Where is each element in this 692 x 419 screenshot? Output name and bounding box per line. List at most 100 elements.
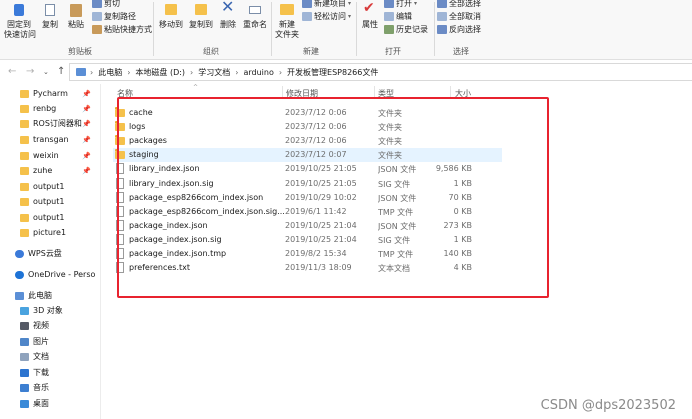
folder-icon: [20, 151, 29, 160]
paste-shortcut-button[interactable]: 粘贴快捷方式: [92, 24, 152, 35]
delete-button[interactable]: ✕ 删除: [217, 0, 239, 42]
invert-selection-button[interactable]: 反向选择: [437, 24, 481, 35]
folder-icon: [20, 119, 29, 128]
folder-row[interactable]: cache 2023/7/12 0:06 文件夹: [113, 106, 502, 120]
breadcrumb-current-folder[interactable]: 开发板管理ESP8266文件: [287, 67, 378, 78]
easy-access-button[interactable]: 轻松访问 ▾: [302, 11, 351, 22]
nav-pc-item[interactable]: 文档: [0, 349, 100, 364]
copy-path-button[interactable]: 复制路径: [92, 11, 136, 22]
file-row[interactable]: package_index.json.sig 2019/10/25 21:04 SI…: [113, 233, 502, 247]
up-arrow-icon[interactable]: ↑: [57, 66, 65, 77]
group-label-open: 打开: [385, 47, 401, 56]
history-icon: [384, 25, 394, 34]
copy-path-icon: [92, 12, 102, 21]
history-button[interactable]: 历史记录: [384, 24, 428, 35]
navigation-pane: Pycharm 📌 renbg 📌 ROS订阅器和 📌 transgan 📌 weixi…: [0, 84, 100, 419]
nav-quick-item[interactable]: output1: [0, 210, 100, 225]
file-name: library_index.json.sig: [129, 178, 214, 188]
breadcrumb-study-docs[interactable]: 学习文档: [198, 67, 230, 78]
nav-pc-item[interactable]: 下载: [0, 365, 100, 380]
nav-this-pc[interactable]: 此电脑: [0, 288, 100, 303]
nav-quick-item[interactable]: renbg 📌: [0, 101, 100, 116]
breadcrumb-drive-d[interactable]: 本地磁盘 (D:): [135, 67, 185, 78]
nav-wps-cloud[interactable]: WPS云盘: [0, 246, 100, 261]
file-date: 2023/7/12 0:07: [285, 150, 347, 160]
column-header-size[interactable]: 大小: [455, 88, 471, 99]
nav-pc-item[interactable]: 视频: [0, 318, 100, 333]
nav-onedrive[interactable]: OneDrive - Perso: [0, 267, 100, 282]
folder-icon: [115, 135, 125, 146]
rename-button[interactable]: 重命名: [241, 2, 269, 42]
chevron-down-icon: ▾: [414, 0, 418, 7]
copy-icon: [45, 4, 55, 16]
pin-icon: 📌: [82, 151, 91, 160]
file-row[interactable]: package_esp8266com_index.json.sig... 2019…: [113, 205, 502, 219]
nav-quick-item[interactable]: weixin 📌: [0, 148, 100, 163]
file-type: 文件夹: [378, 123, 402, 133]
address-bar[interactable]: › 此电脑 › 本地磁盘 (D:) › 学习文档 › arduino › 开发板…: [69, 63, 692, 81]
column-separator[interactable]: [282, 86, 283, 98]
copy-button[interactable]: 复制: [38, 2, 62, 42]
ribbon-separator: [271, 2, 272, 56]
file-name: package_index.json.tmp: [129, 249, 227, 258]
nav-quick-item[interactable]: transgan 📌: [0, 132, 100, 147]
ribbon-separator: [356, 2, 357, 56]
file-name: package_index.json.sig: [129, 234, 222, 244]
file-row[interactable]: package_esp8266com_index.json 2019/10/29 …: [113, 191, 502, 205]
file-row[interactable]: library_index.json.sig 2019/10/25 21:05 SI…: [113, 177, 502, 191]
move-to-button[interactable]: 移动到: [157, 2, 185, 42]
new-folder-button[interactable]: 新建 文件夹: [274, 2, 300, 42]
open-button[interactable]: 打开 ▾: [384, 0, 417, 9]
scissors-icon: [92, 0, 102, 8]
nav-quick-item[interactable]: Pycharm 📌: [0, 86, 100, 101]
cut-button[interactable]: 剪切: [92, 0, 120, 9]
back-arrow-icon[interactable]: ←: [8, 66, 16, 77]
nav-pc-item[interactable]: 桌面: [0, 396, 100, 411]
column-header-type[interactable]: 类型: [378, 88, 394, 99]
nav-quick-item[interactable]: picture1: [0, 225, 100, 240]
nav-quick-item[interactable]: zuhe 📌: [0, 163, 100, 178]
recent-locations-chevron-icon[interactable]: ⌄: [43, 68, 49, 76]
nav-quick-item[interactable]: ROS订阅器和 📌: [0, 116, 100, 131]
file-name: package_index.json: [129, 220, 208, 230]
folder-icon: [20, 89, 29, 98]
breadcrumb-arduino[interactable]: arduino: [243, 68, 273, 77]
file-size: 0 KB: [453, 206, 472, 216]
new-item-button[interactable]: 新建项目 ▾: [302, 0, 351, 9]
paste-button[interactable]: 粘贴: [64, 2, 88, 42]
copy-to-button[interactable]: 复制到: [187, 2, 215, 42]
folder-row[interactable]: packages 2023/7/12 0:06 文件夹: [113, 134, 502, 148]
file-date: 2019/10/25 21:05: [285, 164, 357, 174]
file-name: preferences.txt: [129, 263, 190, 273]
nav-pc-item[interactable]: 3D 对象: [0, 303, 100, 318]
folder-icon: [20, 104, 29, 113]
file-icon: [116, 163, 124, 175]
select-none-button[interactable]: 全部取消: [437, 11, 481, 22]
file-row[interactable]: library_index.json 2019/10/25 21:05 JSON 文…: [113, 162, 502, 176]
pane-divider: [100, 84, 101, 419]
address-row: ← → ⌄ ↑ › 此电脑 › 本地磁盘 (D:) › 学习文档 › ardui…: [0, 62, 692, 82]
forward-arrow-icon[interactable]: →: [26, 66, 34, 77]
nav-pc-item[interactable]: 图片: [0, 334, 100, 349]
column-header-name[interactable]: 名称: [117, 88, 133, 99]
file-row[interactable]: package_index.json 2019/10/25 21:04 JSON 文…: [113, 219, 502, 233]
breadcrumb-this-pc[interactable]: 此电脑: [98, 67, 122, 78]
pin-quick-access-button[interactable]: 固定到 快速访问: [4, 2, 36, 42]
column-separator[interactable]: [450, 86, 451, 98]
nav-quick-item[interactable]: output1: [0, 194, 100, 209]
file-row[interactable]: preferences.txt 2019/11/3 18:09 文本文档 4 KB: [113, 261, 502, 275]
column-separator[interactable]: [374, 86, 375, 98]
folder-row[interactable]: logs 2023/7/12 0:06 文件夹: [113, 120, 502, 134]
file-date: 2023/7/12 0:06: [285, 108, 347, 117]
file-icon: [116, 248, 124, 259]
select-all-button[interactable]: 全部选择: [437, 0, 481, 9]
column-header-date[interactable]: 修改日期: [286, 88, 318, 99]
nav-quick-item[interactable]: output1: [0, 179, 100, 194]
easy-access-icon: [302, 12, 312, 21]
properties-button[interactable]: ✔ 属性: [359, 0, 381, 42]
edit-button[interactable]: 编辑: [384, 11, 412, 22]
file-row[interactable]: package_index.json.tmp 2019/8/2 15:34 TMP …: [113, 247, 502, 261]
file-name: packages: [129, 136, 167, 146]
folder-row[interactable]: staging 2023/7/12 0:07 文件夹: [113, 148, 502, 163]
nav-pc-item[interactable]: 音乐: [0, 380, 100, 395]
